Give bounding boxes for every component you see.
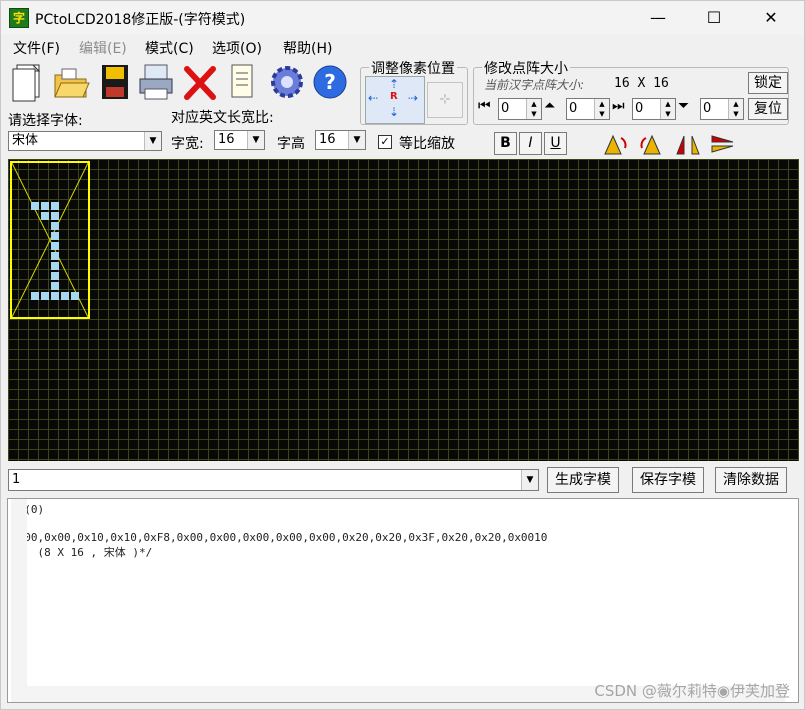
- clear-data-button[interactable]: 清除数据: [715, 467, 787, 493]
- resize-group: 修改点阵大小 当前汉字点阵大小: 16 X 16 锁定 复位 ⏮ 0 ▲ ▼ ⏶ 0…: [473, 58, 789, 125]
- lit-pixel: [61, 292, 69, 300]
- menu-help[interactable]: 帮助(H): [283, 38, 332, 58]
- lit-pixel: [51, 252, 59, 260]
- char-input[interactable]: 1 ▼: [8, 469, 539, 491]
- flip-horizontal-icon[interactable]: [674, 132, 702, 156]
- settings-gear-icon[interactable]: [268, 61, 306, 103]
- lock-button[interactable]: 锁定: [748, 72, 788, 94]
- proportional-label: 等比缩放: [399, 136, 455, 152]
- underline-button[interactable]: U: [544, 132, 567, 155]
- save-disk-icon[interactable]: [96, 61, 134, 103]
- current-size-value: 16 X 16: [614, 76, 669, 91]
- lit-pixel: [71, 292, 79, 300]
- lit-pixel: [51, 262, 59, 270]
- open-folder-icon[interactable]: [52, 61, 90, 103]
- left-spin[interactable]: 0 ▲ ▼: [498, 98, 542, 120]
- current-size-label: 当前汉字点阵大小:: [484, 78, 585, 92]
- font-select[interactable]: 宋体 ▼: [8, 131, 162, 151]
- notepad-icon[interactable]: [223, 61, 261, 103]
- lit-pixel: [51, 212, 59, 220]
- watermark: CSDN @薇尔莉特◉伊芙加登: [594, 682, 790, 700]
- italic-button[interactable]: I: [519, 132, 542, 155]
- flip-vertical-icon[interactable]: [709, 132, 737, 156]
- output-line: /* (8 X 16 , 宋体 )*/: [11, 546, 153, 559]
- generate-button[interactable]: 生成字模: [547, 467, 619, 493]
- lit-pixel: [51, 202, 59, 210]
- chevron-down-icon[interactable]: ▼: [348, 131, 365, 149]
- lit-pixel: [51, 242, 59, 250]
- char-height-select[interactable]: 16 ▼: [315, 130, 366, 150]
- lit-pixel: [51, 292, 59, 300]
- help-question-icon[interactable]: ?: [311, 61, 349, 103]
- char-width-select[interactable]: 16 ▼: [214, 130, 265, 150]
- app-icon: 字: [9, 8, 29, 28]
- font-select-label: 请选择字体:: [8, 113, 83, 129]
- menu-edit[interactable]: 编辑(E): [79, 38, 127, 58]
- save-font-button[interactable]: 保存字模: [632, 467, 704, 493]
- main-window: 字 PCtoLCD2018修正版-(字符模式) — ☐ ✕ 文件(F) 编辑(E…: [0, 0, 805, 710]
- menu-options[interactable]: 选项(O): [212, 38, 262, 58]
- char-height-label: 字高: [277, 136, 305, 152]
- bottom-spin[interactable]: 0 ▲ ▼: [700, 98, 744, 120]
- lit-pixel: [41, 212, 49, 220]
- vertical-scrollbar[interactable]: [11, 499, 27, 702]
- rotate-left-icon[interactable]: [601, 132, 629, 156]
- ratio-label: 对应英文长宽比:: [171, 110, 274, 126]
- pixel-adjust-group: 调整像素位置 ⇡ ⇠ R ⇢ ⇣ ⊹: [360, 58, 468, 125]
- reset-size-button[interactable]: 复位: [748, 98, 788, 120]
- top-spin[interactable]: 0 ▲ ▼: [566, 98, 610, 120]
- print-icon[interactable]: [137, 61, 175, 103]
- down-arrow-icon[interactable]: ⇣: [389, 105, 399, 119]
- right-edge-icon: ⏭: [612, 98, 625, 114]
- menu-bar: 文件(F) 编辑(E) 模式(C) 选项(O) 帮助(H): [1, 35, 804, 57]
- top-edge-icon: ⏶: [544, 98, 556, 114]
- lit-pixel: [41, 292, 49, 300]
- minimize-button[interactable]: —: [635, 1, 681, 35]
- bottom-edge-icon: ⏷: [678, 98, 690, 114]
- menu-mode[interactable]: 模式(C): [145, 38, 194, 58]
- output-line: 0x00,0x00,0x10,0x10,0xF8,0x00,0x00,0x00,…: [11, 531, 548, 544]
- title-bar: 字 PCtoLCD2018修正版-(字符模式) — ☐ ✕: [1, 1, 804, 35]
- up-arrow-icon[interactable]: ⇡: [389, 77, 399, 91]
- bold-button[interactable]: B: [494, 132, 517, 155]
- chevron-down-icon[interactable]: ▼: [247, 131, 264, 149]
- delete-x-icon[interactable]: [181, 61, 219, 103]
- left-edge-icon: ⏮: [478, 98, 491, 114]
- pixel-adjust-title: 调整像素位置: [369, 58, 457, 78]
- chevron-down-icon[interactable]: ▼: [521, 470, 538, 490]
- menu-file[interactable]: 文件(F): [13, 38, 60, 58]
- right-spin[interactable]: 0 ▲ ▼: [632, 98, 676, 120]
- dot-matrix-canvas[interactable]: [8, 159, 799, 461]
- reset-position-button[interactable]: R: [390, 91, 398, 102]
- right-arrow-icon[interactable]: ⇢: [408, 91, 418, 105]
- window-title: PCtoLCD2018修正版-(字符模式): [35, 12, 246, 28]
- lit-pixel: [31, 202, 39, 210]
- proportional-checkbox[interactable]: ✓: [378, 135, 392, 149]
- lit-pixel: [51, 222, 59, 230]
- char-width-label: 字宽:: [171, 136, 204, 152]
- lit-pixel: [51, 272, 59, 280]
- lit-pixel: [31, 292, 39, 300]
- chevron-down-icon[interactable]: ▼: [144, 132, 161, 150]
- svg-text:?: ?: [324, 70, 336, 94]
- left-arrow-icon[interactable]: ⇠: [368, 91, 378, 105]
- close-button[interactable]: ✕: [748, 1, 794, 35]
- rotate-right-icon[interactable]: [638, 132, 666, 156]
- new-file-icon[interactable]: [9, 61, 47, 103]
- direction-pad: ⇡ ⇠ R ⇢ ⇣: [365, 76, 425, 124]
- crosshair-icon[interactable]: ⊹: [427, 82, 463, 118]
- lit-pixel: [51, 232, 59, 240]
- output-textarea[interactable]: 1(0) 0x00,0x00,0x10,0x10,0xF8,0x00,0x00,…: [7, 498, 799, 703]
- maximize-button[interactable]: ☐: [691, 1, 737, 35]
- lit-pixel: [41, 202, 49, 210]
- lit-pixel: [51, 282, 59, 290]
- resize-title: 修改点阵大小: [482, 58, 570, 78]
